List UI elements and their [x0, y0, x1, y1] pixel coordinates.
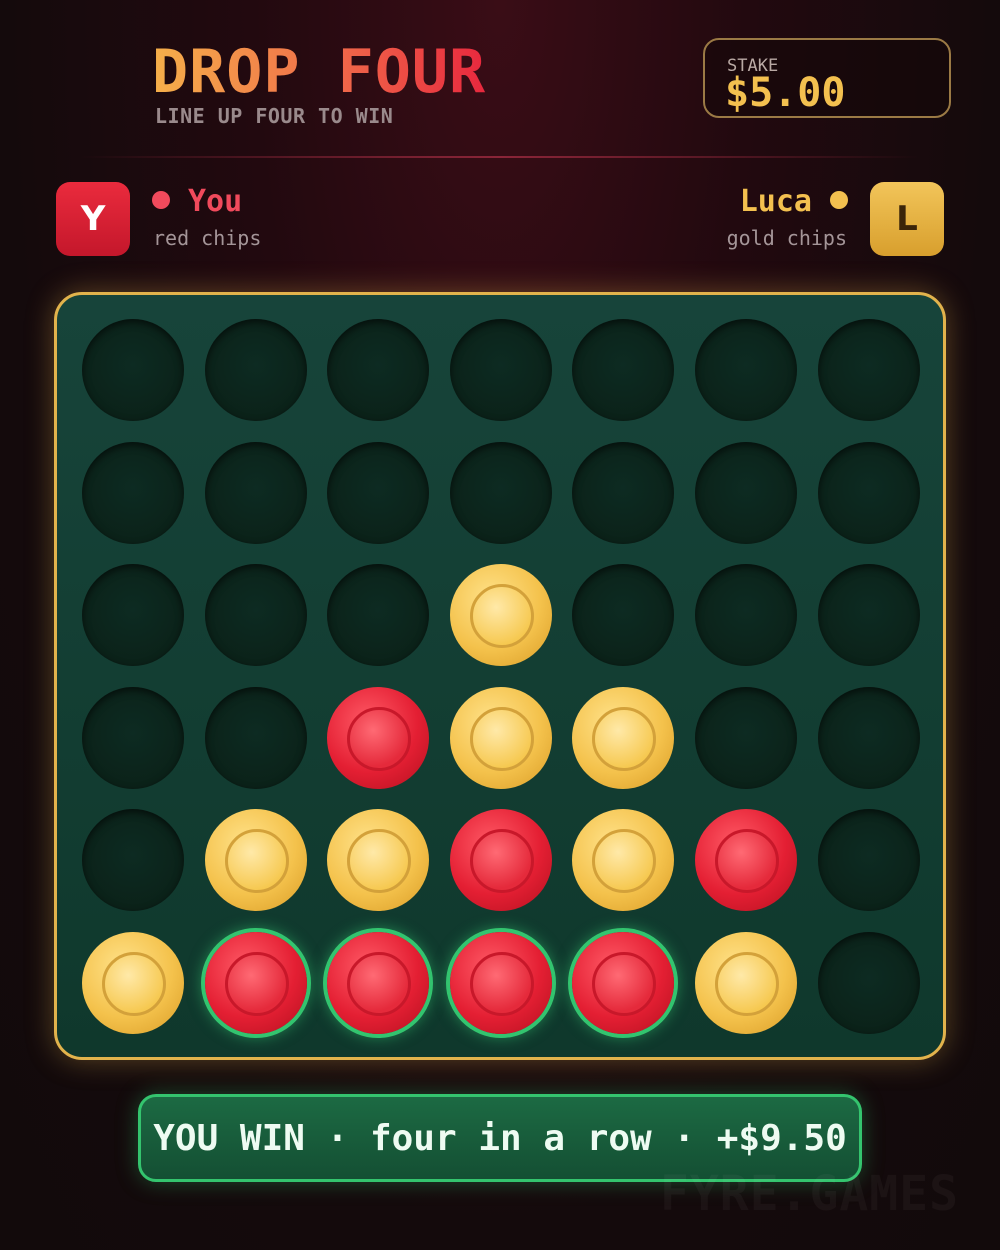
- player-name-you: You: [152, 184, 242, 219]
- board-slot-empty[interactable]: [82, 809, 184, 912]
- player-name-you-label: You: [188, 184, 243, 219]
- board-slot-empty[interactable]: [204, 564, 307, 667]
- gold-chip: [449, 686, 552, 789]
- board-slot-empty[interactable]: [817, 809, 920, 912]
- header-divider: [80, 156, 920, 158]
- board-slot-empty[interactable]: [817, 932, 920, 1034]
- gold-chip: [82, 932, 184, 1034]
- board-slot-empty[interactable]: [695, 564, 797, 667]
- board-slot-empty[interactable]: [327, 319, 430, 421]
- red-chip: [327, 686, 430, 789]
- player-avatar-you: Y: [56, 182, 130, 256]
- board-slot-empty[interactable]: [327, 441, 430, 544]
- board-slot-empty[interactable]: [817, 441, 920, 544]
- board-slot-empty[interactable]: [695, 441, 797, 544]
- stake-panel: STAKE $5.00: [703, 38, 951, 118]
- red-chip: [204, 932, 307, 1034]
- red-chip: [449, 809, 552, 912]
- board-slot-empty[interactable]: [572, 319, 675, 421]
- game-board[interactable]: [54, 292, 946, 1060]
- gold-chip: [695, 932, 797, 1034]
- board-slot-empty[interactable]: [82, 686, 184, 789]
- red-chip-dot-icon: [152, 190, 170, 209]
- board-slot-empty[interactable]: [572, 564, 675, 667]
- board-slot-empty[interactable]: [204, 441, 307, 544]
- gold-chip: [327, 809, 430, 912]
- player-chips-you: red chips: [153, 226, 262, 250]
- player-name-opponent: Luca: [740, 184, 848, 219]
- game-subtitle: LINE UP FOUR TO WIN: [155, 104, 394, 128]
- board-slot-empty[interactable]: [449, 441, 552, 544]
- board-slot-empty[interactable]: [817, 564, 920, 667]
- watermark-logo: FYRE.GAMES: [660, 1166, 959, 1222]
- player-avatar-opponent: L: [870, 182, 944, 256]
- board-slot-empty[interactable]: [327, 564, 430, 667]
- board-slot-empty[interactable]: [82, 441, 184, 544]
- board-slot-empty[interactable]: [449, 319, 552, 421]
- board-slot-empty[interactable]: [204, 319, 307, 421]
- stake-amount: $5.00: [725, 70, 846, 116]
- board-slot-empty[interactable]: [817, 319, 920, 421]
- gold-chip: [572, 686, 675, 789]
- gold-chip: [449, 564, 552, 667]
- result-text: YOU WIN · four in a row · +$9.50: [153, 1117, 847, 1159]
- board-slot-empty[interactable]: [82, 564, 184, 667]
- board-slot-empty[interactable]: [695, 686, 797, 789]
- gold-chip: [572, 809, 675, 912]
- red-chip: [449, 932, 552, 1034]
- gold-chip-dot-icon: [830, 190, 848, 209]
- red-chip: [572, 932, 675, 1034]
- red-chip: [695, 809, 797, 912]
- game-title: DROP FOUR: [152, 37, 487, 107]
- player-chips-opponent: gold chips: [726, 226, 847, 250]
- board-slot-empty[interactable]: [817, 686, 920, 789]
- board-slot-empty[interactable]: [695, 319, 797, 421]
- board-slot-empty[interactable]: [572, 441, 675, 544]
- board-slot-empty[interactable]: [204, 686, 307, 789]
- board-slot-empty[interactable]: [82, 319, 184, 421]
- gold-chip: [204, 809, 307, 912]
- player-name-opponent-label: Luca: [739, 184, 812, 219]
- red-chip: [327, 932, 430, 1034]
